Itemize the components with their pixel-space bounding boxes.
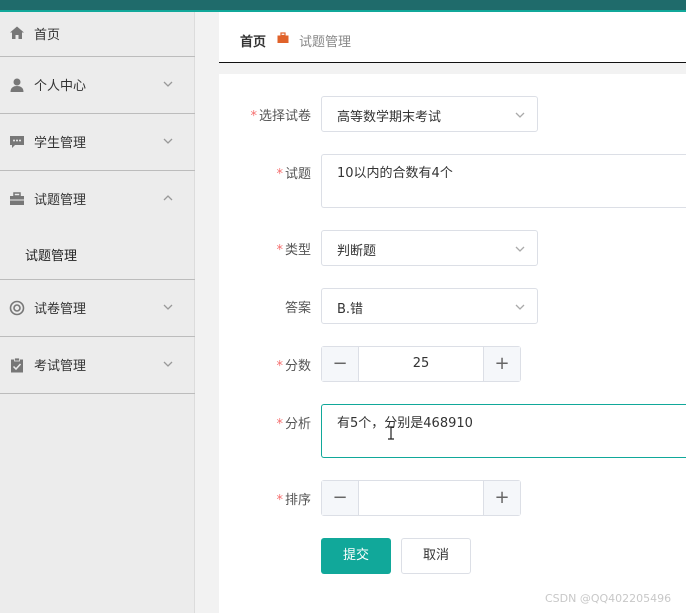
sidebar-item-label: 学生管理 <box>34 136 87 151</box>
chevron-down-icon <box>515 304 525 310</box>
chat-icon <box>10 136 24 148</box>
chevron-down-icon <box>163 361 173 367</box>
cancel-button[interactable]: 取消 <box>401 538 471 574</box>
order-stepper[interactable]: − + <box>321 480 521 516</box>
order-label: * 排序 <box>276 493 311 508</box>
lifebuoy-icon <box>9 300 25 316</box>
question-textarea[interactable]: 10以内的合数有4个 <box>321 154 686 208</box>
increment-button[interactable]: + <box>483 347 520 381</box>
paper-label: * 选择试卷 <box>250 109 311 124</box>
sidebar-item-question-management[interactable]: 试题管理 <box>0 171 195 228</box>
paper-select[interactable]: 高等数学期末考试 <box>321 96 538 132</box>
chevron-down-icon <box>163 304 173 310</box>
chevron-down-icon <box>515 246 525 252</box>
decrement-button[interactable]: − <box>322 481 359 515</box>
text-cursor-icon <box>388 426 394 440</box>
clipboard-icon <box>11 357 23 373</box>
decrement-button[interactable]: − <box>322 347 359 381</box>
sidebar-item-personal-center[interactable]: 个人中心 <box>0 57 195 114</box>
answer-label: 答案 <box>284 301 311 316</box>
analysis-label: * 分析 <box>276 417 311 432</box>
briefcase-icon <box>10 192 24 205</box>
type-label: * 类型 <box>276 243 311 258</box>
question-label: * 试题 <box>276 167 311 182</box>
question-form: * 选择试卷 高等数学期末考试 * 试题 10以内的合数有4个 * 类型 判断题 答案… <box>219 74 686 613</box>
sidebar: 首页 个人中心 学生管理 试题管理 试题管理 试卷管理 考试管理 <box>0 12 195 613</box>
sidebar-item-student-management[interactable]: 学生管理 <box>0 114 195 171</box>
sidebar-item-exam-management[interactable]: 考试管理 <box>0 337 195 394</box>
sidebar-item-label: 考试管理 <box>34 359 87 374</box>
sidebar-item-label: 试卷管理 <box>34 302 87 317</box>
sidebar-subitem-question-management[interactable]: 试题管理 <box>0 226 195 280</box>
chevron-up-icon <box>163 195 173 201</box>
sidebar-item-home[interactable]: 首页 <box>0 0 195 57</box>
sidebar-item-label: 试题管理 <box>34 193 87 208</box>
type-select[interactable]: 判断题 <box>321 230 538 266</box>
sidebar-item-label: 首页 <box>34 28 61 43</box>
breadcrumb-current: 试题管理 <box>299 35 352 50</box>
briefcase-icon <box>277 32 289 43</box>
score-label: * 分数 <box>276 359 311 374</box>
chevron-down-icon <box>163 138 173 144</box>
sidebar-item-paper-management[interactable]: 试卷管理 <box>0 280 195 337</box>
submit-button[interactable]: 提交 <box>321 538 391 574</box>
breadcrumb-home[interactable]: 首页 <box>240 31 266 50</box>
increment-button[interactable]: + <box>483 481 520 515</box>
home-icon <box>10 26 24 39</box>
chevron-down-icon <box>163 81 173 87</box>
sidebar-item-label: 个人中心 <box>34 79 87 94</box>
analysis-textarea[interactable]: 有5个，分别是468910 <box>321 404 686 458</box>
score-stepper[interactable]: − 25 + <box>321 346 521 382</box>
sidebar-subitem-label: 试题管理 <box>25 249 78 264</box>
person-icon <box>10 78 24 92</box>
answer-select[interactable]: B.错 <box>321 288 538 324</box>
watermark: CSDN @QQ402205496 <box>545 592 672 605</box>
chevron-down-icon <box>515 112 525 118</box>
breadcrumb: 首页 试题管理 <box>219 12 686 63</box>
